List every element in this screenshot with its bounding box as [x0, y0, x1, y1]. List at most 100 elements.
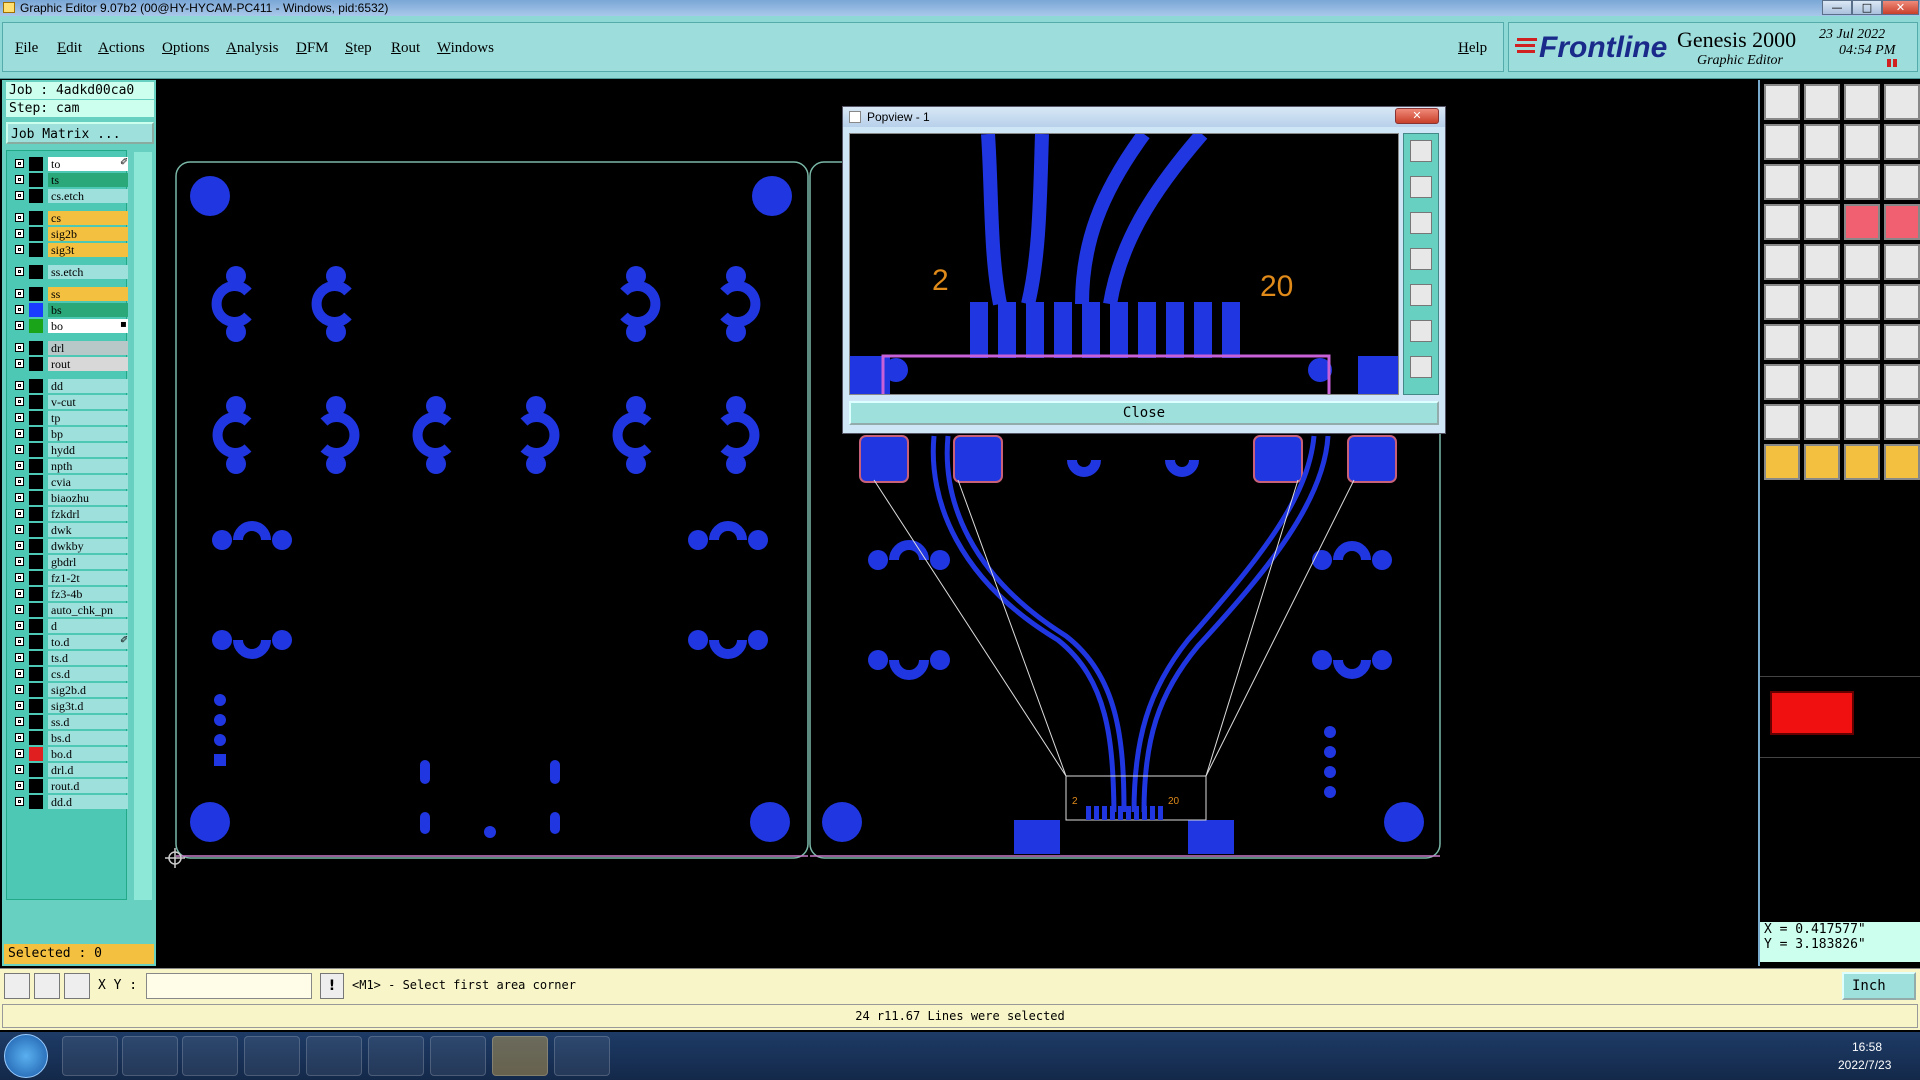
- layer-row[interactable]: fzkdrl: [13, 507, 130, 521]
- layer-row[interactable]: bo.d: [13, 747, 130, 761]
- layer-name[interactable]: ts.d: [48, 651, 128, 665]
- menu-rout[interactable]: Rout: [391, 40, 420, 57]
- pointer-icon[interactable]: [1764, 444, 1800, 480]
- layer-row[interactable]: fz3-4b: [13, 587, 130, 601]
- layer-name[interactable]: d: [48, 619, 128, 633]
- pointer-red-icon[interactable]: [1804, 444, 1840, 480]
- layer-row[interactable]: auto_chk_pn: [13, 603, 130, 617]
- layer-name[interactable]: bp: [48, 427, 128, 441]
- layer-row[interactable]: ts: [13, 173, 130, 187]
- pop-left-icon[interactable]: [1410, 248, 1432, 270]
- menu-step[interactable]: Step: [345, 40, 372, 57]
- slash-box-icon[interactable]: [1804, 244, 1840, 280]
- scale-icon[interactable]: [1844, 164, 1880, 200]
- layer-color-swatch[interactable]: [29, 189, 43, 203]
- layer-row[interactable]: cs.d: [13, 667, 130, 681]
- layer-row[interactable]: bs.d: [13, 731, 130, 745]
- layer-display-checkbox[interactable]: [15, 589, 24, 598]
- layer-display-checkbox[interactable]: [15, 191, 24, 200]
- layer-name[interactable]: tp: [48, 411, 128, 425]
- layer-name[interactable]: to: [48, 157, 128, 171]
- layer-display-checkbox[interactable]: [15, 621, 24, 630]
- layer-name[interactable]: rout: [48, 357, 128, 371]
- layer-color-swatch[interactable]: [29, 379, 43, 393]
- layer-color-swatch[interactable]: [29, 459, 43, 473]
- layer-color-swatch[interactable]: [29, 699, 43, 713]
- node-red-icon[interactable]: [1884, 284, 1920, 320]
- layer-row[interactable]: bs: [13, 303, 130, 317]
- triangle-outline-icon[interactable]: [1804, 404, 1840, 440]
- popview-titlebar[interactable]: Popview - 1 ✕: [843, 107, 1445, 127]
- layer-row[interactable]: rout.d: [13, 779, 130, 793]
- menu-edit[interactable]: Edit: [57, 40, 82, 57]
- taskbar-app-red-icon[interactable]: [244, 1036, 300, 1076]
- pop-home-icon[interactable]: [1410, 176, 1432, 198]
- layer-name[interactable]: ss.d: [48, 715, 128, 729]
- layer-color-swatch[interactable]: [29, 173, 43, 187]
- maximize-button[interactable]: □: [1852, 0, 1882, 15]
- layer-color-swatch[interactable]: [29, 539, 43, 553]
- layer-color-swatch[interactable]: [29, 443, 43, 457]
- layer-name[interactable]: drl.d: [48, 763, 128, 777]
- layer-name[interactable]: dwkby: [48, 539, 128, 553]
- layer-name[interactable]: ss.etch: [48, 265, 128, 279]
- layer-name[interactable]: drl: [48, 341, 128, 355]
- layer-color-swatch[interactable]: [29, 227, 43, 241]
- layer-row[interactable]: dd: [13, 379, 130, 393]
- layer-row[interactable]: dwkby: [13, 539, 130, 553]
- layer-row[interactable]: cvia: [13, 475, 130, 489]
- line-icon[interactable]: [1764, 324, 1800, 360]
- layer-name[interactable]: ss: [48, 287, 128, 301]
- pop-down-icon[interactable]: [1410, 212, 1432, 234]
- layer-row[interactable]: npth: [13, 459, 130, 473]
- measure-icon[interactable]: [34, 973, 60, 999]
- measure-icon[interactable]: [1844, 364, 1880, 400]
- layer-color-swatch[interactable]: [29, 779, 43, 793]
- layer-display-checkbox[interactable]: [15, 397, 24, 406]
- taskbar-app-graphic-editor-icon[interactable]: [492, 1036, 548, 1076]
- menu-dfm[interactable]: DFM: [296, 40, 329, 57]
- menu-actions[interactable]: Actions: [98, 40, 145, 57]
- layer-display-checkbox[interactable]: [15, 305, 24, 314]
- layer-name[interactable]: sig2b: [48, 227, 128, 241]
- layer-color-swatch[interactable]: [29, 763, 43, 777]
- shapes-icon[interactable]: [1884, 364, 1920, 400]
- layer-display-checkbox[interactable]: [15, 509, 24, 518]
- grid-toggle-icon[interactable]: [1804, 204, 1840, 240]
- layer-row[interactable]: dwk: [13, 523, 130, 537]
- layer-color-swatch[interactable]: [29, 523, 43, 537]
- home-icon[interactable]: [1844, 84, 1880, 120]
- layer-display-checkbox[interactable]: [15, 765, 24, 774]
- layer-row[interactable]: to ✐: [13, 157, 130, 171]
- scale-bar-icon[interactable]: [1844, 244, 1880, 280]
- zoom-home-icon[interactable]: [1764, 84, 1800, 120]
- layer-color-swatch[interactable]: [29, 555, 43, 569]
- layer-color-swatch[interactable]: [29, 319, 43, 333]
- layer-name[interactable]: fz3-4b: [48, 587, 128, 601]
- taskbar-app-green-icon[interactable]: [306, 1036, 362, 1076]
- layer-color-swatch[interactable]: [29, 303, 43, 317]
- alert-icon[interactable]: !: [320, 973, 344, 999]
- layer-color-swatch[interactable]: [29, 571, 43, 585]
- layer-color-swatch[interactable]: [29, 357, 43, 371]
- layer-row[interactable]: sig3t: [13, 243, 130, 257]
- taskbar-app-genesis2-icon[interactable]: [554, 1036, 610, 1076]
- menu-options[interactable]: Options: [162, 40, 210, 57]
- layer-display-checkbox[interactable]: [15, 359, 24, 368]
- layer-name[interactable]: bo: [48, 319, 128, 333]
- layer-color-swatch[interactable]: [29, 157, 43, 171]
- layer-display-checkbox[interactable]: [15, 245, 24, 254]
- taskbar-app-notepad-icon[interactable]: [122, 1036, 178, 1076]
- layer-display-checkbox[interactable]: [15, 267, 24, 276]
- layer-display-checkbox[interactable]: [15, 653, 24, 662]
- pointer-yellow-icon[interactable]: [1844, 444, 1880, 480]
- taskbar-app-genesis-icon[interactable]: [430, 1036, 486, 1076]
- layer-display-checkbox[interactable]: [15, 573, 24, 582]
- layer-row[interactable]: ss.d: [13, 715, 130, 729]
- layer-row[interactable]: ts.d: [13, 651, 130, 665]
- ruler-red-icon[interactable]: [1844, 204, 1880, 240]
- popview-close-button[interactable]: Close: [849, 401, 1439, 425]
- pointer-route-icon[interactable]: [1884, 444, 1920, 480]
- layer-color-swatch[interactable]: [29, 287, 43, 301]
- help-icon[interactable]: [1884, 164, 1920, 200]
